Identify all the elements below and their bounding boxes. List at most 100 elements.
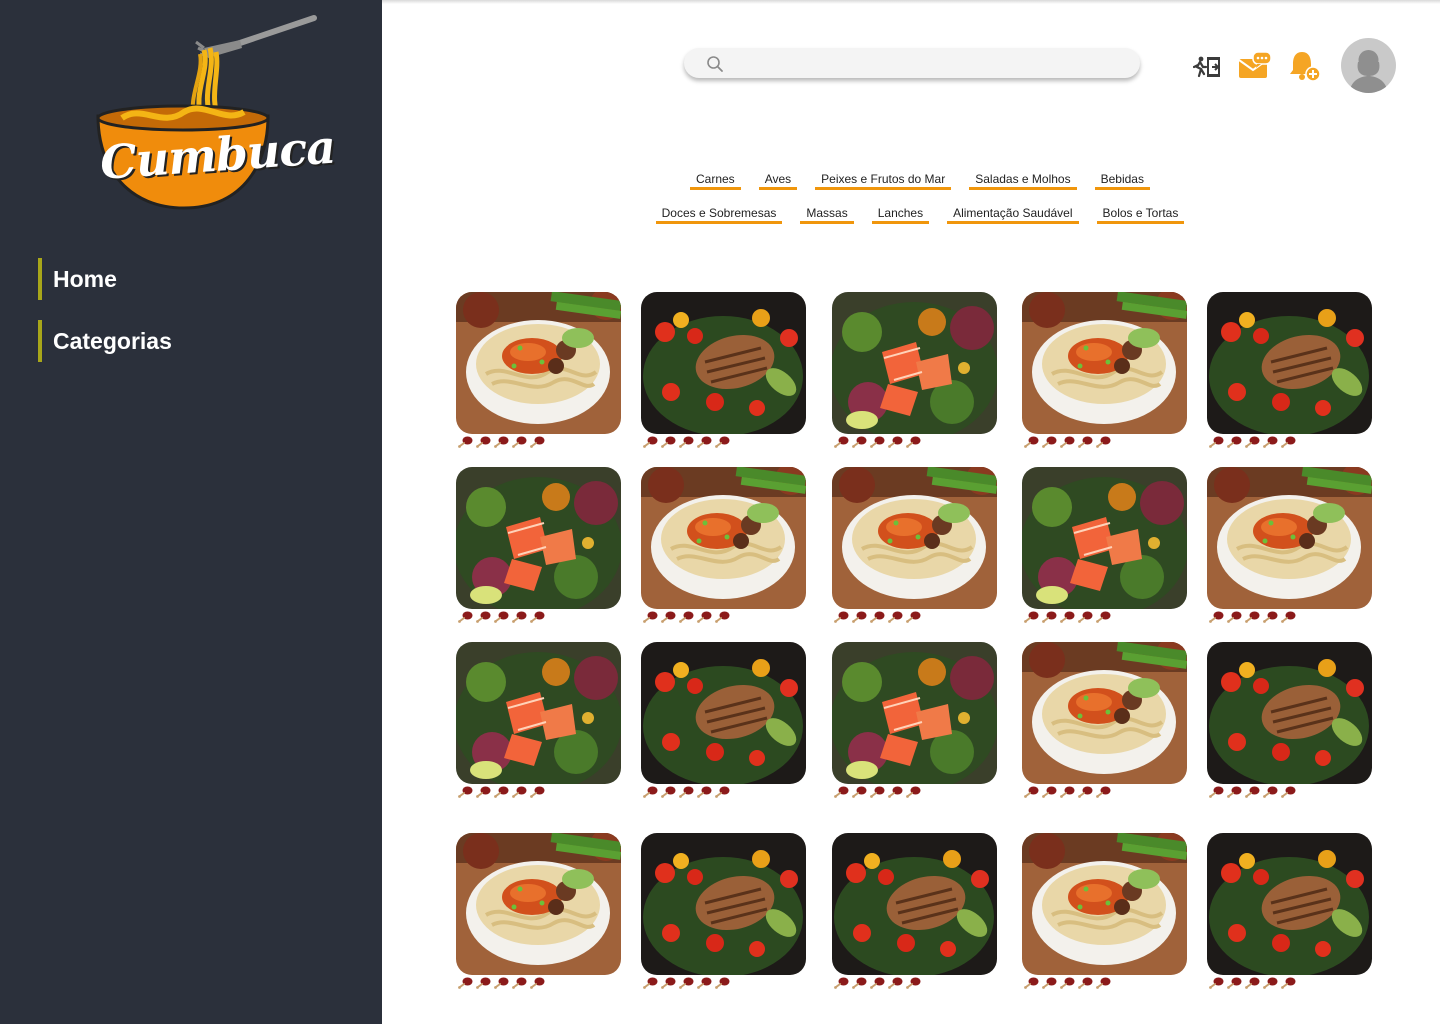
recipe-card-chicken-salad[interactable]: [641, 833, 806, 975]
recipe-card-noodle-bowl[interactable]: [1207, 467, 1372, 609]
search-input[interactable]: [730, 52, 1120, 74]
drumstick-rating[interactable]: [457, 786, 545, 798]
drumstick-icon[interactable]: [1095, 977, 1111, 989]
search-icon[interactable]: [706, 55, 724, 73]
recipe-card-salmon-salad[interactable]: [456, 467, 621, 609]
drumstick-icon[interactable]: [905, 611, 921, 623]
drumstick-icon[interactable]: [1095, 786, 1111, 798]
drumstick-rating[interactable]: [833, 786, 921, 798]
drumstick-icon[interactable]: [529, 611, 545, 623]
drumstick-icon[interactable]: [869, 436, 885, 448]
recipe-card-salmon-salad[interactable]: [1022, 467, 1187, 609]
drumstick-rating[interactable]: [457, 977, 545, 989]
drumstick-rating[interactable]: [833, 977, 921, 989]
drumstick-icon[interactable]: [696, 977, 712, 989]
drumstick-icon[interactable]: [1077, 977, 1093, 989]
drumstick-icon[interactable]: [887, 786, 903, 798]
drumstick-icon[interactable]: [905, 786, 921, 798]
drumstick-icon[interactable]: [1226, 436, 1242, 448]
drumstick-rating[interactable]: [1208, 436, 1296, 448]
drumstick-icon[interactable]: [511, 786, 527, 798]
drumstick-icon[interactable]: [457, 977, 473, 989]
drumstick-icon[interactable]: [851, 786, 867, 798]
drumstick-icon[interactable]: [1262, 977, 1278, 989]
drumstick-icon[interactable]: [1280, 786, 1296, 798]
drumstick-icon[interactable]: [1059, 611, 1075, 623]
drumstick-icon[interactable]: [1059, 436, 1075, 448]
drumstick-rating[interactable]: [642, 786, 730, 798]
drumstick-rating[interactable]: [457, 436, 545, 448]
drumstick-icon[interactable]: [1226, 611, 1242, 623]
drumstick-rating[interactable]: [457, 611, 545, 623]
category-chip[interactable]: Aves: [758, 170, 798, 190]
drumstick-icon[interactable]: [660, 977, 676, 989]
drumstick-icon[interactable]: [714, 786, 730, 798]
drumstick-icon[interactable]: [1059, 786, 1075, 798]
drumstick-icon[interactable]: [1077, 611, 1093, 623]
drumstick-icon[interactable]: [678, 977, 694, 989]
drumstick-rating[interactable]: [642, 977, 730, 989]
drumstick-icon[interactable]: [851, 436, 867, 448]
drumstick-icon[interactable]: [1023, 436, 1039, 448]
drumstick-icon[interactable]: [511, 611, 527, 623]
recipe-card-noodle-bowl[interactable]: [1022, 833, 1187, 975]
drumstick-icon[interactable]: [457, 786, 473, 798]
drumstick-icon[interactable]: [1226, 786, 1242, 798]
recipe-card-noodle-bowl[interactable]: [456, 833, 621, 975]
drumstick-rating[interactable]: [833, 436, 921, 448]
drumstick-icon[interactable]: [678, 611, 694, 623]
drumstick-rating[interactable]: [642, 611, 730, 623]
drumstick-icon[interactable]: [696, 786, 712, 798]
drumstick-icon[interactable]: [869, 611, 885, 623]
drumstick-icon[interactable]: [1244, 786, 1260, 798]
drumstick-icon[interactable]: [1244, 977, 1260, 989]
drumstick-icon[interactable]: [833, 436, 849, 448]
drumstick-icon[interactable]: [493, 977, 509, 989]
sidebar-item-home[interactable]: Home: [38, 258, 172, 300]
drumstick-icon[interactable]: [1262, 786, 1278, 798]
drumstick-icon[interactable]: [457, 436, 473, 448]
recipe-card-chicken-salad[interactable]: [641, 292, 806, 434]
drumstick-icon[interactable]: [493, 786, 509, 798]
drumstick-icon[interactable]: [1023, 977, 1039, 989]
drumstick-icon[interactable]: [833, 611, 849, 623]
drumstick-icon[interactable]: [714, 436, 730, 448]
drumstick-icon[interactable]: [1208, 786, 1224, 798]
category-chip[interactable]: Lanches: [871, 204, 930, 224]
drumstick-icon[interactable]: [1041, 436, 1057, 448]
drumstick-icon[interactable]: [529, 786, 545, 798]
drumstick-icon[interactable]: [1059, 977, 1075, 989]
drumstick-icon[interactable]: [475, 611, 491, 623]
drumstick-icon[interactable]: [1077, 436, 1093, 448]
drumstick-icon[interactable]: [1244, 611, 1260, 623]
category-chip[interactable]: Bolos e Tortas: [1096, 204, 1185, 224]
category-chip[interactable]: Alimentação Saudável: [947, 204, 1079, 224]
drumstick-icon[interactable]: [1280, 977, 1296, 989]
drumstick-rating[interactable]: [1023, 786, 1111, 798]
drumstick-rating[interactable]: [1208, 611, 1296, 623]
drumstick-icon[interactable]: [1208, 436, 1224, 448]
drumstick-icon[interactable]: [660, 611, 676, 623]
drumstick-icon[interactable]: [493, 436, 509, 448]
recipe-card-chicken-salad[interactable]: [1207, 292, 1372, 434]
bell-add-icon[interactable]: [1289, 49, 1321, 83]
logout-icon[interactable]: [1193, 55, 1223, 79]
drumstick-icon[interactable]: [714, 977, 730, 989]
drumstick-icon[interactable]: [696, 611, 712, 623]
drumstick-icon[interactable]: [678, 786, 694, 798]
recipe-card-noodle-bowl[interactable]: [832, 467, 997, 609]
drumstick-icon[interactable]: [1280, 611, 1296, 623]
category-chip[interactable]: Massas: [800, 204, 854, 224]
category-chip[interactable]: Carnes: [690, 170, 741, 190]
drumstick-icon[interactable]: [660, 786, 676, 798]
drumstick-icon[interactable]: [529, 977, 545, 989]
brand-logo[interactable]: Cumbuca: [92, 12, 337, 212]
drumstick-rating[interactable]: [1208, 786, 1296, 798]
drumstick-rating[interactable]: [833, 611, 921, 623]
drumstick-icon[interactable]: [1095, 436, 1111, 448]
drumstick-icon[interactable]: [833, 977, 849, 989]
drumstick-rating[interactable]: [1023, 436, 1111, 448]
recipe-card-noodle-bowl[interactable]: [1022, 642, 1187, 784]
drumstick-rating[interactable]: [1208, 977, 1296, 989]
drumstick-icon[interactable]: [1077, 786, 1093, 798]
